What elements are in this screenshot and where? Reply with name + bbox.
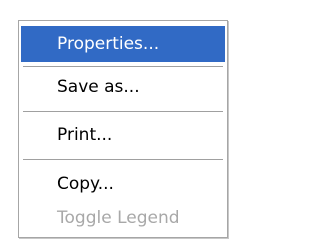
menu-separator bbox=[23, 66, 223, 68]
context-menu: Properties... Save as... Print... Copy..… bbox=[18, 20, 228, 238]
menu-item-copy[interactable]: Copy... bbox=[21, 166, 225, 202]
menu-item-save-as[interactable]: Save as... bbox=[21, 69, 225, 105]
menu-item-toggle-legend: Toggle Legend bbox=[57, 208, 180, 228]
menu-separator bbox=[23, 159, 223, 161]
menu-separator bbox=[23, 111, 223, 113]
menu-item-print[interactable]: Print... bbox=[21, 117, 225, 153]
menu-item-properties[interactable]: Properties... bbox=[21, 26, 225, 62]
